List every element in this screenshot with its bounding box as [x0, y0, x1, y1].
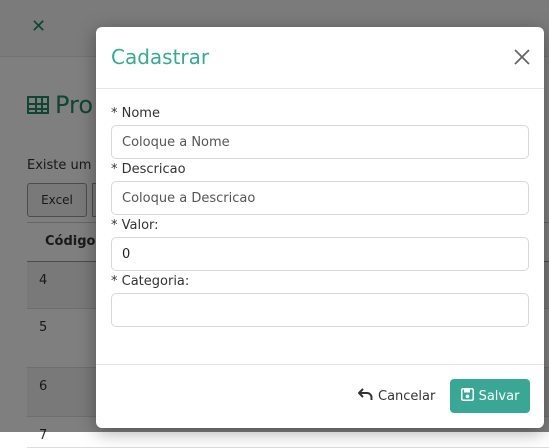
nome-input[interactable] — [111, 125, 529, 159]
close-icon[interactable] — [512, 47, 532, 67]
modal-header: Cadastrar — [96, 27, 544, 89]
floppy-disk-icon — [460, 387, 474, 405]
descricao-input[interactable] — [111, 181, 529, 215]
cancel-button[interactable]: Cancelar — [354, 379, 439, 413]
valor-input[interactable] — [111, 237, 529, 271]
undo-icon — [358, 387, 373, 405]
cancel-label: Cancelar — [378, 388, 436, 404]
categoria-label: * Categoria: — [111, 274, 190, 289]
cadastrar-modal: Cadastrar * Nome * Descricao * Valor: * … — [96, 27, 544, 428]
modal-title: Cadastrar — [111, 45, 210, 69]
categoria-input[interactable] — [111, 293, 529, 327]
modal-footer: Cancelar Salvar — [96, 364, 544, 429]
save-button[interactable]: Salvar — [450, 379, 530, 413]
save-label: Salvar — [478, 388, 520, 404]
descricao-label: * Descricao — [111, 162, 186, 177]
nome-label: * Nome — [111, 106, 160, 121]
valor-label: * Valor: — [111, 218, 159, 233]
